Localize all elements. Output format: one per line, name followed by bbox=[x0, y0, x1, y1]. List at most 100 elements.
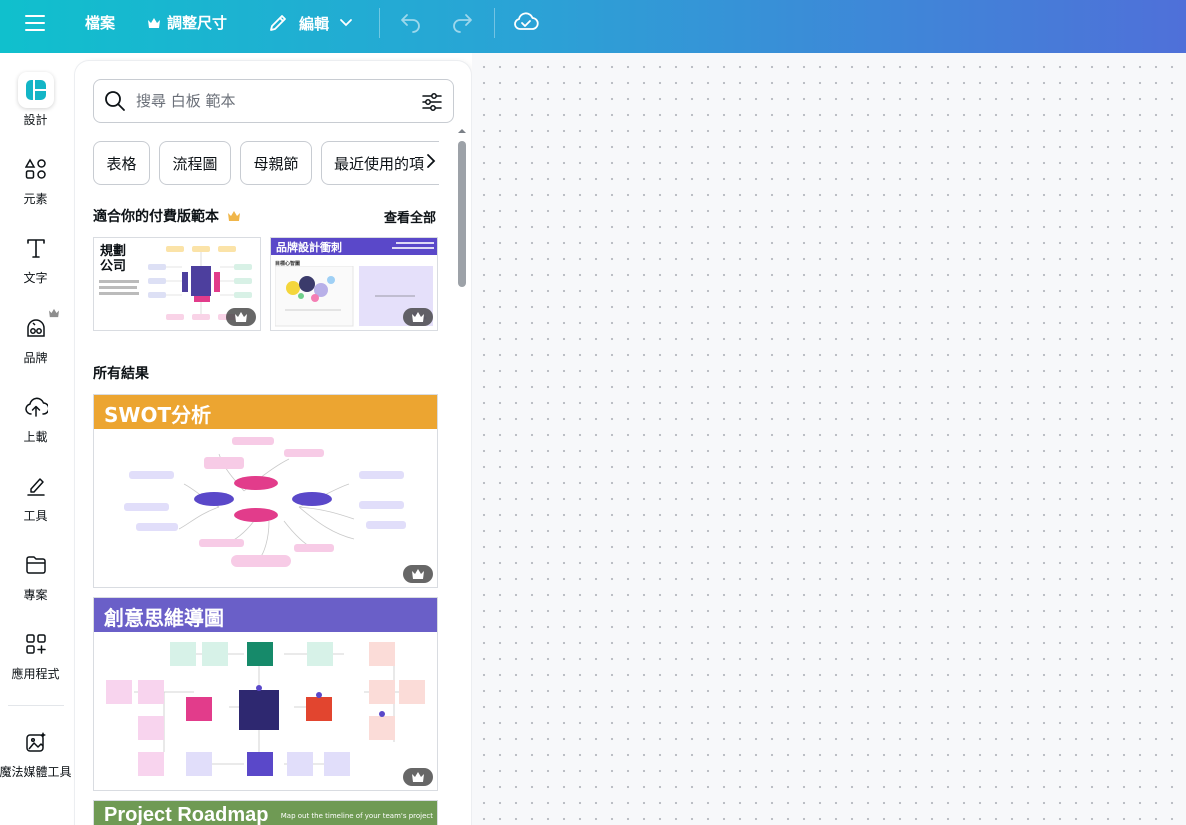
magic-media-icon bbox=[18, 724, 54, 760]
premium-badge bbox=[226, 308, 256, 326]
chevron-right-icon[interactable] bbox=[425, 153, 437, 169]
rail-item-label: 元素 bbox=[23, 192, 48, 206]
scrollbar-thumb[interactable] bbox=[458, 141, 466, 287]
file-menu-button[interactable]: 檔案 bbox=[85, 12, 115, 33]
text-placeholder bbox=[392, 247, 434, 249]
rail-item-tools[interactable]: 工具 bbox=[0, 468, 71, 524]
text-placeholder bbox=[396, 242, 434, 244]
premium-badge bbox=[403, 565, 433, 583]
premium-badge bbox=[403, 308, 433, 326]
elements-icon bbox=[18, 151, 54, 187]
templates-panel: 表格 流程圖 母親節 最近使用的項 適合你的付費版範本 查看全部 規劃 公司 bbox=[75, 61, 471, 825]
cloud-saved-icon[interactable] bbox=[513, 11, 539, 33]
filter-chip-recent[interactable]: 最近使用的項 bbox=[321, 141, 439, 185]
apps-icon bbox=[18, 626, 54, 662]
template-banner: Project Roadmap Map out the timeline of … bbox=[94, 801, 437, 825]
premium-template-card[interactable]: 規劃 公司 bbox=[93, 237, 261, 331]
mindmap-preview bbox=[106, 642, 425, 776]
resize-label: 調整尺寸 bbox=[167, 14, 228, 32]
rail-item-label: 應用程式 bbox=[11, 667, 60, 681]
pencil-icon bbox=[270, 15, 286, 31]
rail-item-magic-media[interactable]: 魔法媒體工具 bbox=[0, 724, 72, 780]
template-title: Project Roadmap bbox=[104, 804, 269, 825]
text-placeholder bbox=[99, 280, 139, 283]
undo-icon[interactable] bbox=[399, 12, 423, 34]
chip-label: 表格 bbox=[106, 154, 137, 173]
crown-icon bbox=[48, 308, 59, 318]
upload-icon bbox=[18, 389, 54, 425]
text-placeholder bbox=[99, 292, 139, 295]
chevron-down-icon bbox=[340, 19, 352, 27]
template-header: 品牌設計衝刺 bbox=[271, 238, 437, 255]
rail-item-label: 工具 bbox=[23, 509, 48, 523]
toolbar-divider bbox=[379, 8, 380, 38]
text-icon bbox=[18, 230, 54, 266]
rail-item-upload[interactable]: 上載 bbox=[0, 389, 71, 445]
file-menu-label: 檔案 bbox=[85, 14, 116, 32]
swot-mindmap-preview bbox=[124, 437, 406, 567]
rail-item-label: 文字 bbox=[23, 271, 48, 285]
rail-item-label: 設計 bbox=[23, 113, 48, 127]
crown-icon bbox=[412, 772, 424, 782]
edit-mode-button[interactable]: 編輯 bbox=[267, 12, 353, 34]
chip-label: 流程圖 bbox=[172, 154, 218, 173]
rail-divider bbox=[8, 705, 64, 706]
template-title-line: 公司 bbox=[100, 259, 127, 274]
search-icon bbox=[105, 91, 125, 111]
template-title-line: 規劃 bbox=[100, 244, 127, 259]
rail-item-elements[interactable]: 元素 bbox=[0, 151, 71, 207]
scroll-up-icon[interactable] bbox=[457, 127, 467, 135]
template-banner: SWOT分析 bbox=[94, 395, 437, 429]
toolbar-divider bbox=[494, 8, 495, 38]
premium-section-header: 適合你的付費版範本 bbox=[93, 206, 241, 226]
filter-icon[interactable] bbox=[421, 91, 443, 113]
left-rail: 設計 元素 文字 品牌 上載 工具 專案 應用程式 魔法媒體工具 bbox=[0, 53, 74, 825]
premium-section-title: 適合你的付費版範本 bbox=[93, 209, 219, 225]
chip-label: 母親節 bbox=[253, 154, 299, 173]
filter-chip-table[interactable]: 表格 bbox=[93, 141, 150, 185]
rail-item-projects[interactable]: 專案 bbox=[0, 547, 71, 603]
menu-icon[interactable] bbox=[25, 14, 45, 32]
premium-badge bbox=[403, 768, 433, 786]
top-toolbar: 檔案 調整尺寸 編輯 bbox=[0, 0, 1186, 53]
crown-icon bbox=[235, 312, 247, 322]
search-box bbox=[93, 79, 454, 123]
template-title: 品牌設計衝刺 bbox=[276, 241, 342, 254]
text-placeholder bbox=[99, 286, 137, 289]
rail-item-text[interactable]: 文字 bbox=[0, 230, 71, 286]
template-card-swot[interactable]: SWOT分析 bbox=[93, 394, 438, 588]
crown-icon bbox=[148, 17, 160, 28]
rail-item-brand[interactable]: 品牌 bbox=[0, 308, 71, 366]
template-banner: 創意思維導圖 bbox=[94, 598, 437, 632]
see-all-link[interactable]: 查看全部 bbox=[384, 207, 436, 226]
template-card-mindmap[interactable]: 創意思維導圖 bbox=[93, 597, 438, 791]
folder-icon bbox=[18, 547, 54, 583]
rail-item-label: 魔法媒體工具 bbox=[0, 765, 72, 779]
crown-icon bbox=[412, 312, 424, 322]
rail-item-label: 上載 bbox=[23, 430, 48, 444]
rail-item-label: 品牌 bbox=[23, 351, 48, 365]
draw-icon bbox=[18, 468, 54, 504]
edit-mode-label: 編輯 bbox=[299, 14, 330, 33]
rail-item-apps[interactable]: 應用程式 bbox=[0, 626, 71, 682]
all-results-title: 所有結果 bbox=[93, 366, 149, 382]
crown-icon bbox=[228, 211, 240, 221]
search-input[interactable] bbox=[136, 90, 406, 112]
whiteboard-canvas[interactable] bbox=[472, 53, 1186, 825]
template-card-roadmap[interactable]: Project Roadmap Map out the timeline of … bbox=[93, 800, 438, 825]
template-title: 規劃 公司 bbox=[100, 244, 126, 274]
crown-icon bbox=[412, 569, 424, 579]
rail-item-design[interactable]: 設計 bbox=[0, 72, 71, 128]
brand-icon bbox=[18, 308, 59, 346]
template-title: SWOT分析 bbox=[104, 403, 212, 427]
template-title: 創意思維導圖 bbox=[104, 606, 224, 630]
chip-label: 最近使用的項 bbox=[334, 154, 425, 173]
filter-chip-mothers-day[interactable]: 母親節 bbox=[240, 141, 312, 185]
filter-chip-flowchart[interactable]: 流程圖 bbox=[159, 141, 231, 185]
premium-template-card[interactable]: 品牌設計衝刺 目標心智圖 bbox=[270, 237, 438, 331]
resize-button[interactable]: 調整尺寸 bbox=[147, 12, 227, 33]
rail-item-label: 專案 bbox=[23, 588, 48, 602]
design-icon bbox=[17, 72, 54, 108]
template-subtitle: Map out the timeline of your team's proj… bbox=[280, 812, 433, 820]
redo-icon[interactable] bbox=[450, 12, 474, 34]
